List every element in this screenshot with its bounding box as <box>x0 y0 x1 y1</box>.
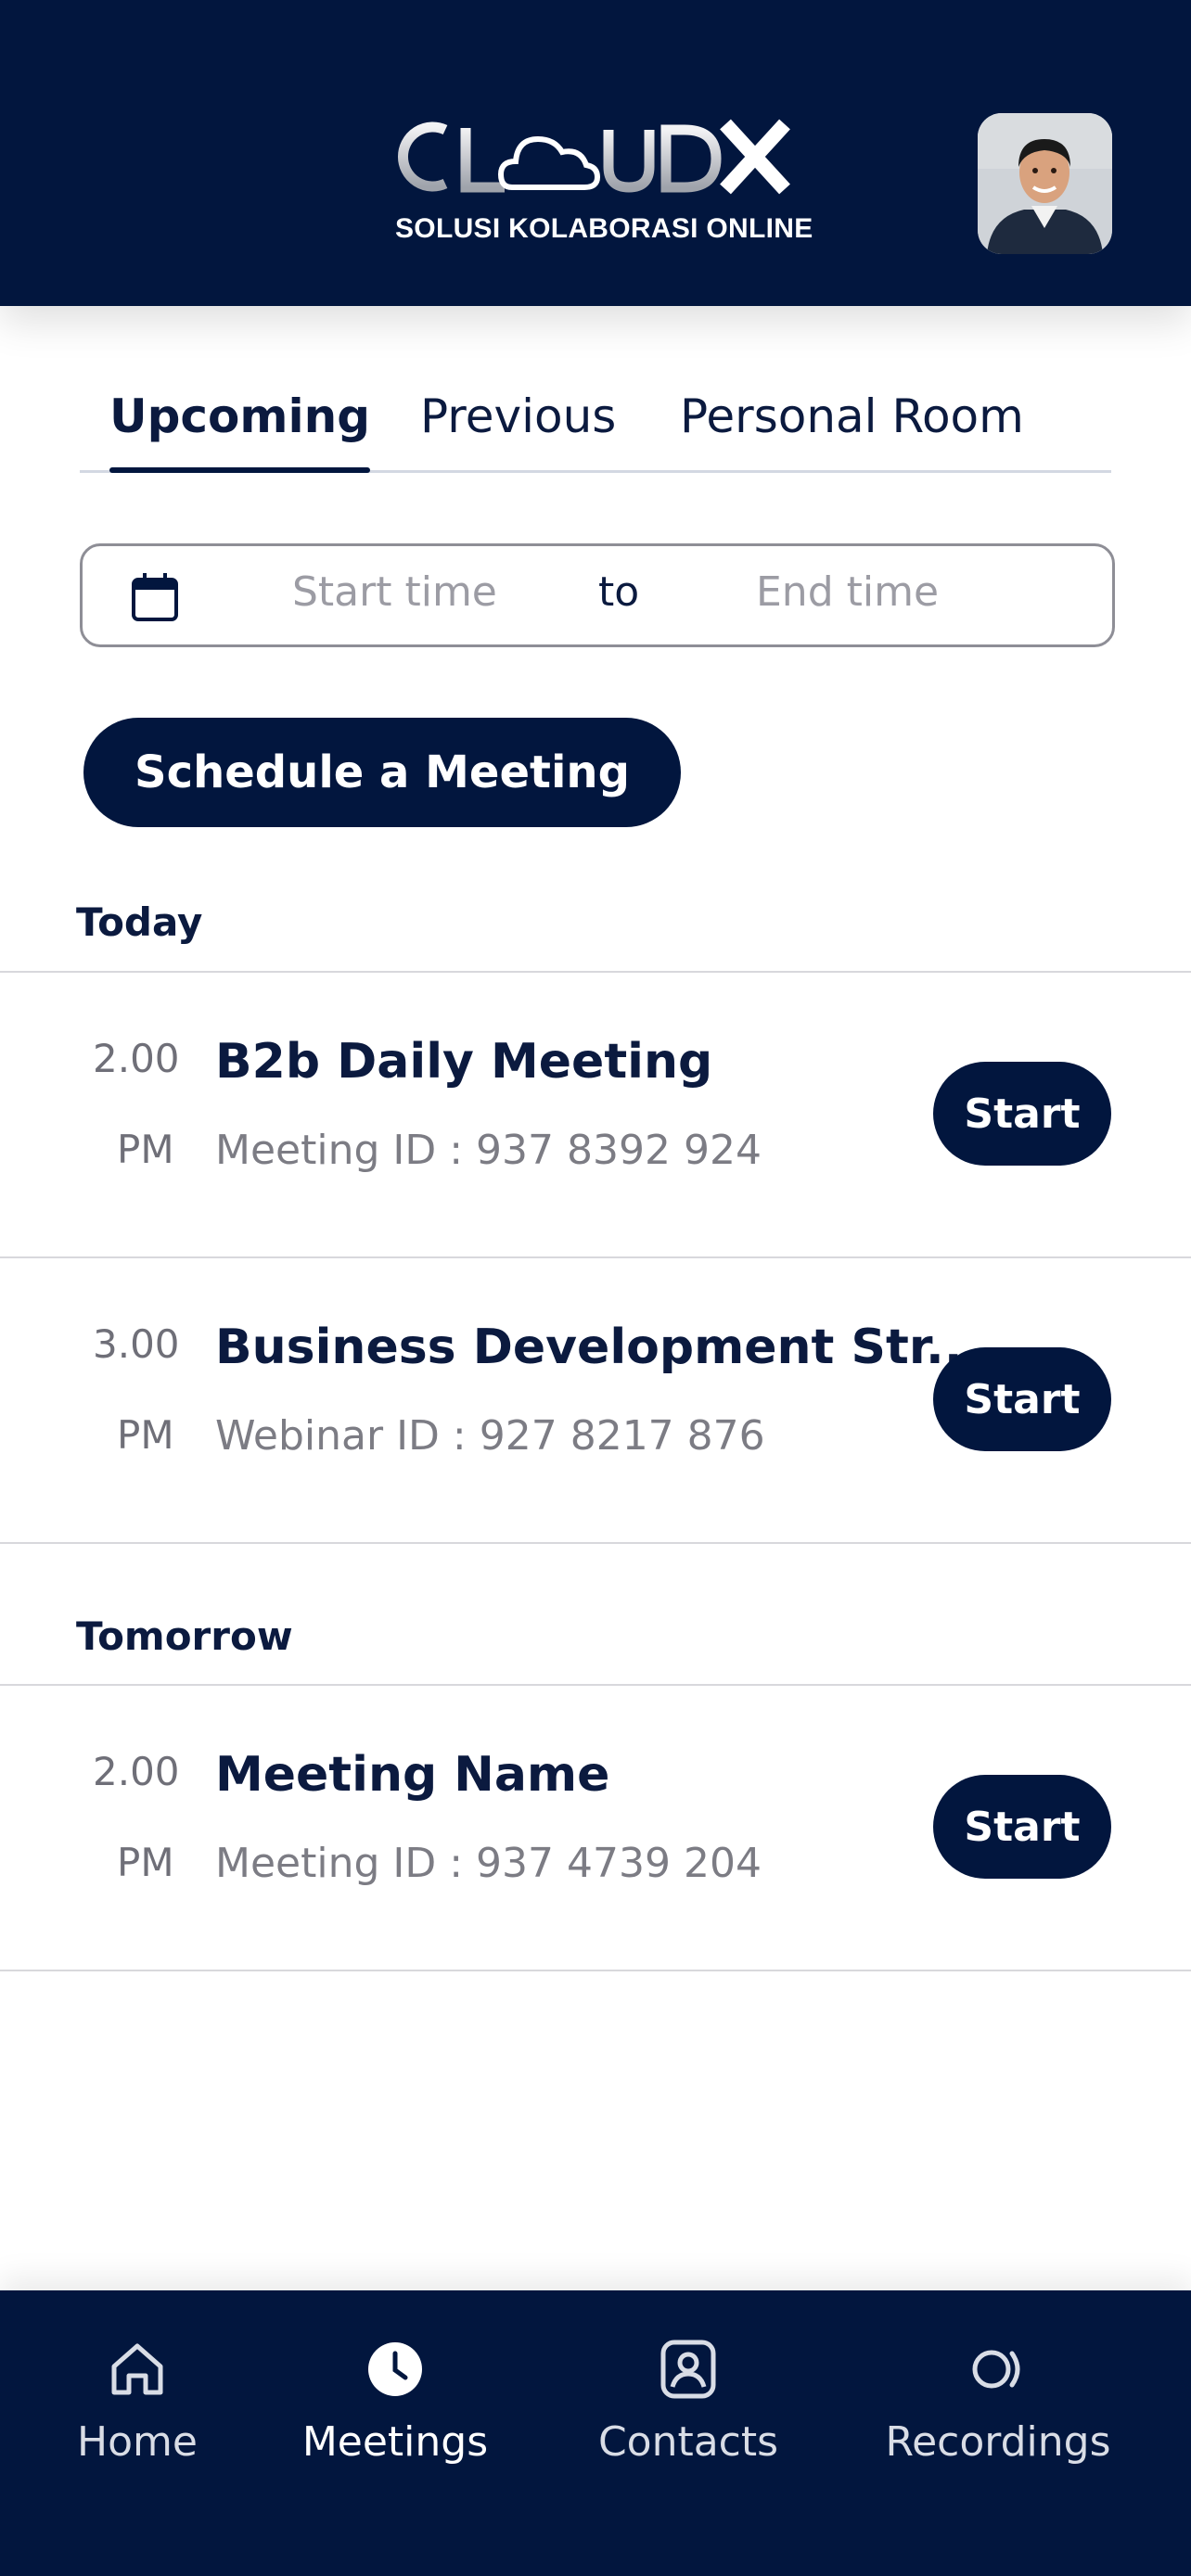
date-range-picker[interactable]: to <box>80 543 1115 647</box>
start-time-input[interactable] <box>292 568 570 616</box>
meetings-tabs: Upcoming Previous Personal Room <box>80 380 1111 473</box>
cloudx-logo: SOLUSI KOLABORASI ONLINE <box>390 111 813 250</box>
meeting-row[interactable]: 2.00 PM B2b Daily Meeting Meeting ID : 9… <box>0 973 1191 1256</box>
meeting-time: 3.00 <box>93 1321 180 1367</box>
meeting-time: 2.00 <box>93 1749 180 1794</box>
avatar[interactable] <box>978 113 1112 254</box>
start-meeting-button[interactable]: Start <box>933 1775 1111 1879</box>
calendar-icon <box>132 573 178 621</box>
app-header: SOLUSI KOLABORASI ONLINE <box>0 0 1191 306</box>
nav-label: Home <box>77 2418 198 2466</box>
meeting-title: Business Development Str... <box>215 1320 981 1375</box>
nav-label: Contacts <box>597 2418 779 2466</box>
meeting-period: PM <box>117 1412 174 1458</box>
nav-item-recordings[interactable]: Recordings <box>868 2337 1128 2485</box>
meeting-id: Meeting ID : 937 4739 204 <box>215 1840 762 1887</box>
nav-item-home[interactable]: Home <box>7 2337 267 2485</box>
contact-icon <box>660 2340 716 2399</box>
schedule-meeting-button[interactable]: Schedule a Meeting <box>83 718 681 827</box>
divider <box>0 1970 1191 1971</box>
date-range-separator: to <box>598 568 640 616</box>
meeting-id: Meeting ID : 937 8392 924 <box>215 1127 762 1174</box>
nav-item-contacts[interactable]: Contacts <box>558 2337 818 2485</box>
recording-icon <box>972 2350 1020 2389</box>
clock-icon <box>368 2342 422 2396</box>
meeting-id: Webinar ID : 927 8217 876 <box>215 1412 765 1460</box>
logo-tagline: SOLUSI KOLABORASI ONLINE <box>395 213 813 244</box>
tab-personal-room[interactable]: Personal Room <box>680 389 1024 473</box>
meeting-row[interactable]: 2.00 PM Meeting Name Meeting ID : 937 47… <box>0 1686 1191 1970</box>
divider <box>0 1542 1191 1544</box>
meeting-time: 2.00 <box>93 1036 180 1081</box>
meeting-title: B2b Daily Meeting <box>215 1034 713 1090</box>
meeting-period: PM <box>117 1127 174 1172</box>
nav-item-meetings[interactable]: Meetings <box>265 2337 525 2485</box>
nav-label: Recordings <box>885 2418 1111 2466</box>
start-meeting-button[interactable]: Start <box>933 1062 1111 1166</box>
section-label-today: Today <box>76 899 203 945</box>
home-icon <box>111 2343 163 2395</box>
tab-previous[interactable]: Previous <box>420 389 616 473</box>
cloudx-logo-wordmark <box>397 119 790 195</box>
nav-label: Meetings <box>301 2418 489 2466</box>
section-label-tomorrow: Tomorrow <box>76 1613 293 1659</box>
start-meeting-button[interactable]: Start <box>933 1347 1111 1451</box>
tab-upcoming[interactable]: Upcoming <box>109 389 371 473</box>
meeting-title: Meeting Name <box>215 1747 610 1803</box>
bottom-navigation: Home Meetings Contacts Recordings <box>0 2290 1191 2576</box>
end-time-input[interactable] <box>756 568 1034 616</box>
meeting-period: PM <box>117 1840 174 1885</box>
meeting-row[interactable]: 3.00 PM Business Development Str... Webi… <box>0 1258 1191 1542</box>
